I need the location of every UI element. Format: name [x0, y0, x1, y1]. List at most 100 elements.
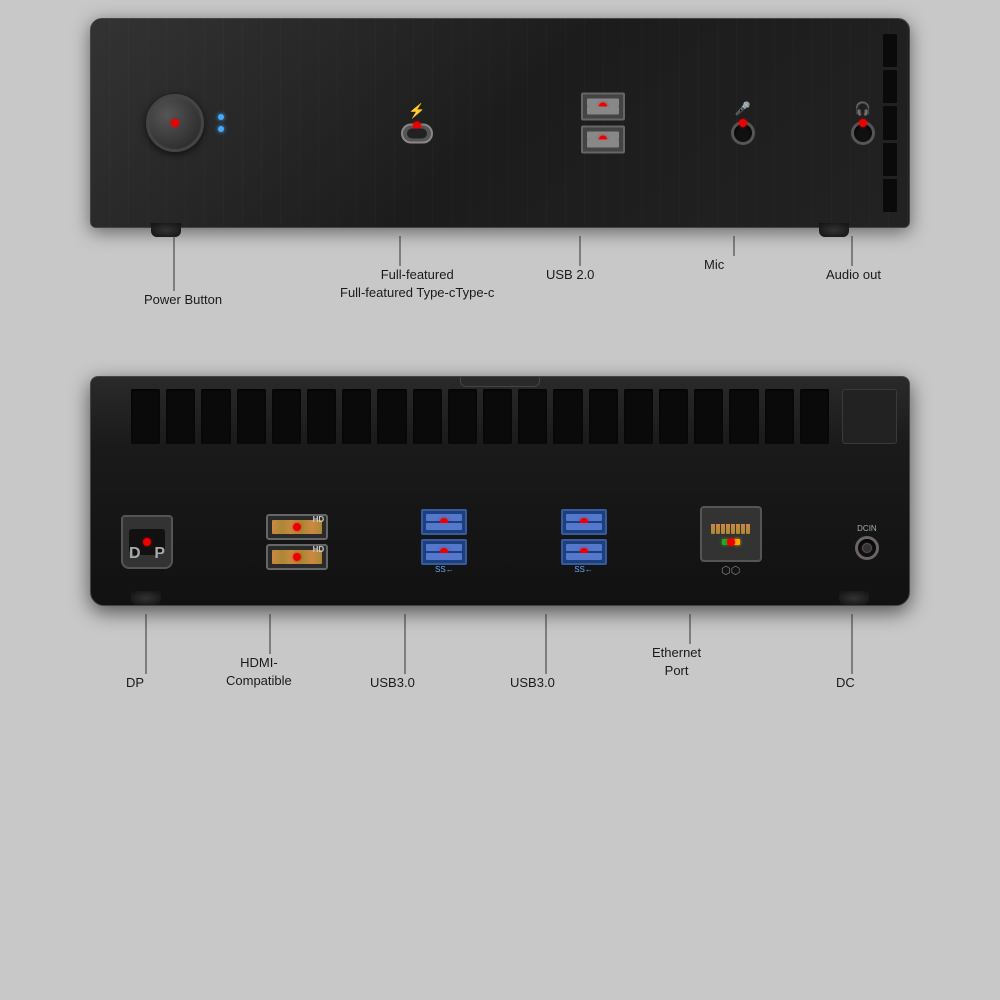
usb3-1-label: USB3.0: [370, 674, 415, 692]
foot-br: [839, 591, 869, 605]
eth-pin-3: [721, 524, 725, 534]
vent-12: [518, 389, 547, 444]
audio-port: [851, 121, 875, 145]
eth-pin-7: [741, 524, 745, 534]
dc-wrapper: DCIN: [855, 524, 879, 560]
bottom-section: HD HD: [30, 376, 970, 724]
vent-4: [237, 389, 266, 444]
vent-14: [589, 389, 618, 444]
led-dot-1: [218, 114, 224, 120]
mic-icon: 🎤: [731, 101, 755, 117]
hdmi-wrapper: HD HD: [266, 514, 328, 570]
usb3-left-1: [421, 509, 467, 535]
device-bottom: HD HD: [90, 376, 910, 606]
thunderbolt-icon: ⚡: [408, 103, 425, 120]
usb3-left-2: [421, 539, 467, 565]
mic-label: Mic: [704, 256, 724, 274]
power-button-area: [146, 94, 204, 152]
vent-h-5: [883, 179, 897, 212]
usb3-left-wrapper: SS←: [421, 509, 467, 574]
vent-11: [483, 389, 512, 444]
hd-label-1: HD: [313, 515, 325, 524]
bottom-ports: HD HD: [121, 506, 879, 577]
vent-20: [800, 389, 829, 444]
top-labels: Power Button Full-featuredFull-featured …: [90, 236, 910, 356]
usb2-2-red-dot: [599, 136, 607, 144]
vent-3: [201, 389, 230, 444]
dp-label: DP: [126, 674, 144, 692]
usb2-label: USB 2.0: [546, 266, 594, 284]
dp-red-dot: [143, 538, 151, 546]
vent-17: [694, 389, 723, 444]
foot-tl: [151, 223, 181, 237]
mic-jack: 🎤: [731, 101, 755, 145]
hd-label-2: HD: [313, 545, 325, 554]
usb3-right-1: [561, 509, 607, 535]
vent-7: [342, 389, 371, 444]
audio-red-dot: [859, 119, 867, 127]
top-section: ⚡ 🎤: [30, 18, 970, 356]
vent-h-4: [883, 143, 897, 176]
hdmi2-red-dot: [293, 553, 301, 561]
hdmi-port-2: HD: [266, 544, 328, 570]
eth-pin-1: [711, 524, 715, 534]
vent-8: [377, 389, 406, 444]
usb2-port-1: [581, 93, 625, 121]
typec-connector: [401, 124, 433, 144]
vents: [131, 389, 829, 444]
usb2-area: [581, 93, 625, 154]
foot-tr: [819, 223, 849, 237]
hdmi-stack: HD HD: [266, 514, 328, 570]
typec-port: ⚡: [401, 103, 433, 144]
audio-jack: 🎧: [851, 101, 875, 145]
dc-label: DC: [836, 674, 855, 692]
usb3l1-red-dot: [440, 518, 448, 526]
ss-symbol-2: SS←: [574, 565, 593, 574]
usb3-right-wrapper: SS←: [561, 509, 607, 574]
vent-h-2: [883, 70, 897, 103]
eth-pin-8: [746, 524, 750, 534]
vent-h-3: [883, 106, 897, 139]
headphone-icon: 🎧: [851, 101, 875, 117]
dc-port: [855, 536, 879, 560]
bottom-right-rect: [842, 389, 897, 444]
usb3-right-2: [561, 539, 607, 565]
foot-bl: [131, 591, 161, 605]
vent-16: [659, 389, 688, 444]
usb2-1-red-dot: [599, 103, 607, 111]
bottom-device-feet: [91, 591, 909, 605]
usb3l2-red-dot: [440, 548, 448, 556]
hdmi-label: HDMI-Compatible: [226, 654, 292, 689]
mic-red-dot: [739, 119, 747, 127]
hdmi1-red-dot: [293, 523, 301, 531]
power-red-dot: [171, 119, 179, 127]
ethernet-wrapper: ⬡⬡: [700, 506, 762, 577]
usb3-left-stack: [421, 509, 467, 565]
eth-pin-4: [726, 524, 730, 534]
usb3r1-red-dot: [580, 518, 588, 526]
eth-pin-5: [731, 524, 735, 534]
vent-10: [448, 389, 477, 444]
top-notch: [460, 377, 540, 387]
mic-port: [731, 121, 755, 145]
usb2-port-2: [581, 126, 625, 154]
usb3-2-label: USB3.0: [510, 674, 555, 692]
vent-1: [131, 389, 160, 444]
eth-pin-2: [716, 524, 720, 534]
top-device-feet: [91, 223, 909, 237]
led-dot-2: [218, 126, 224, 132]
vent-2: [166, 389, 195, 444]
eth-red-dot: [727, 538, 735, 546]
eth-pin-6: [736, 524, 740, 534]
network-icon: ⬡⬡: [721, 564, 740, 577]
dc-red-dot: [863, 544, 871, 552]
ss-symbol-1: SS←: [435, 565, 454, 574]
ethernet-port: [700, 506, 762, 562]
vent-15: [624, 389, 653, 444]
vent-13: [553, 389, 582, 444]
bottom-annotation-svg: [90, 614, 910, 724]
device-top-body: ⚡ 🎤: [91, 19, 909, 227]
vent-18: [729, 389, 758, 444]
vent-h-1: [883, 34, 897, 67]
usb3r2-red-dot: [580, 548, 588, 556]
